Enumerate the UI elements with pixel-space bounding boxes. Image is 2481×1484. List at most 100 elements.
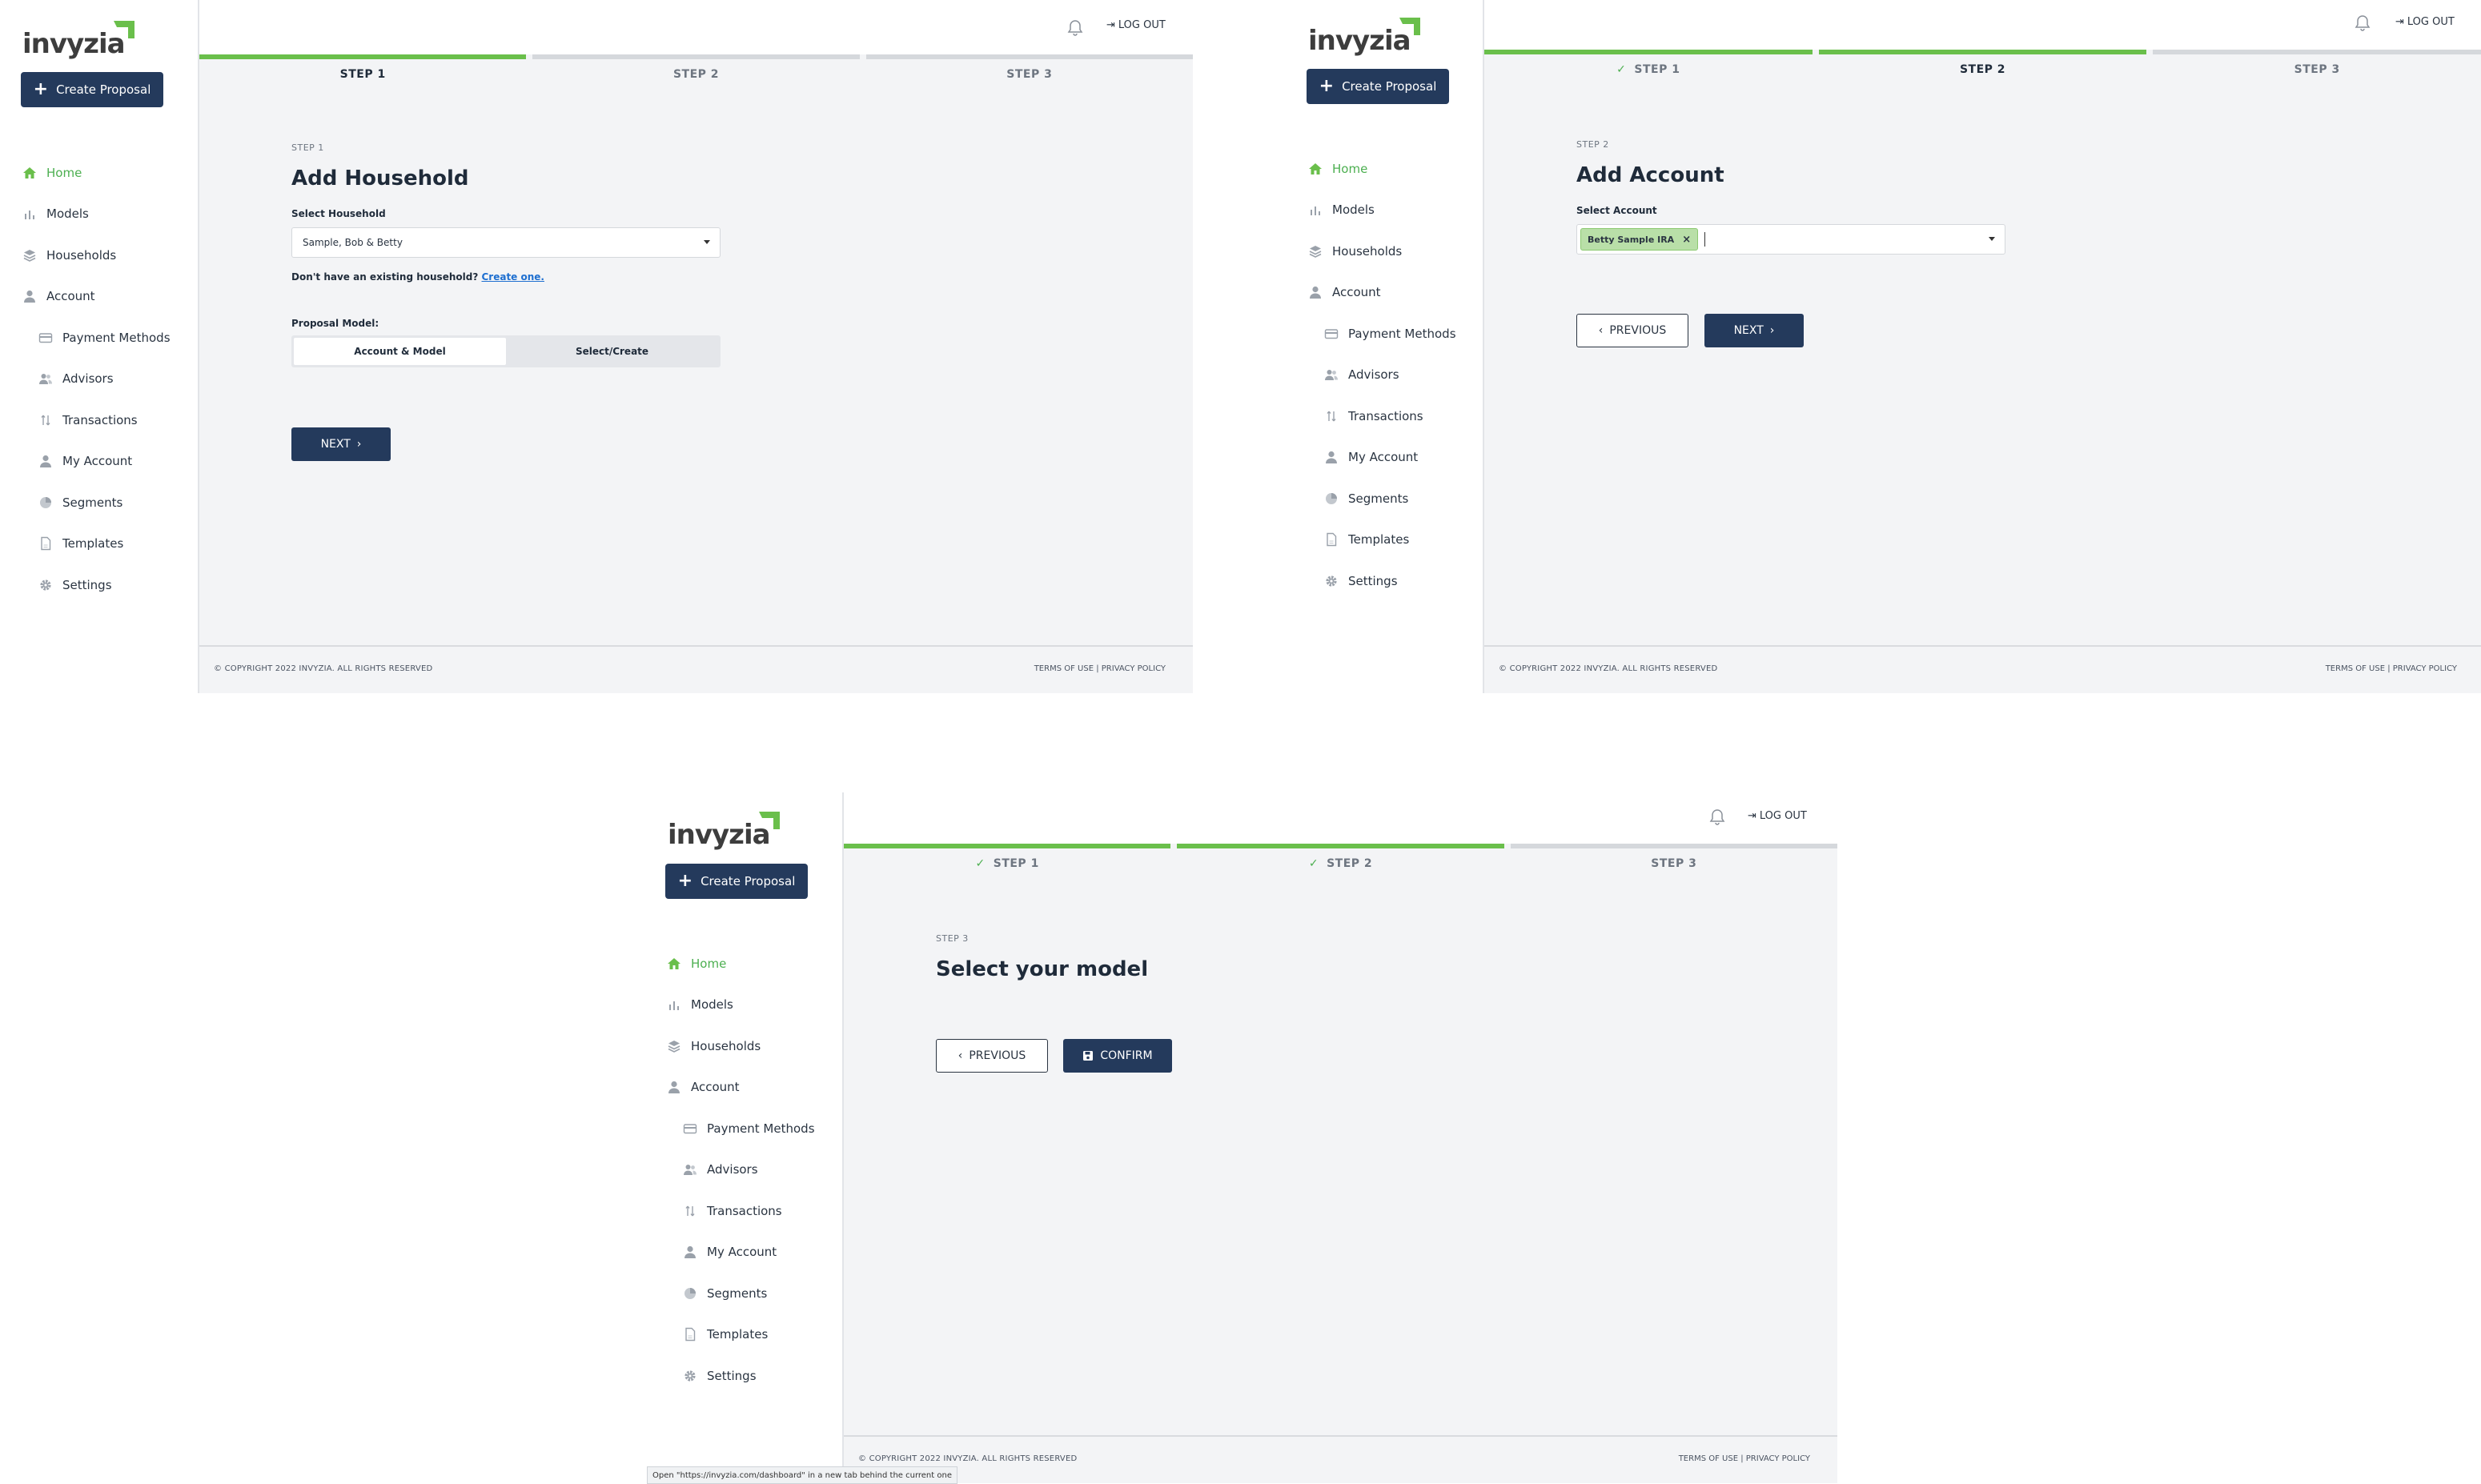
- household-select[interactable]: Sample, Bob & Betty: [291, 227, 721, 258]
- chevron-left-icon: ‹: [957, 1049, 963, 1062]
- sidebar-item-settings[interactable]: Settings: [21, 564, 193, 606]
- chevron-down-icon: [1989, 237, 1995, 241]
- step-2-tab[interactable]: STEP 2: [1818, 50, 2147, 82]
- confirm-button[interactable]: CONFIRM: [1063, 1039, 1172, 1073]
- sidebar-item-home[interactable]: Home: [21, 152, 193, 194]
- selected-account-chip: Betty Sample IRA ×: [1580, 228, 1699, 251]
- privacy-link[interactable]: PRIVACY POLICY: [1102, 664, 1166, 673]
- page-title: Add Household: [291, 166, 469, 191]
- logo-wordmark: invyzia: [22, 28, 126, 60]
- check-icon: ✓: [1308, 857, 1319, 870]
- sidebar-item-payment-methods[interactable]: Payment Methods: [21, 317, 193, 359]
- main-area: ⇥ LOG OUT ✓ STEP 1 STEP 2 STEP 3 STEP 2 Ad…: [1484, 0, 2481, 693]
- logout-button[interactable]: ⇥ LOG OUT: [2395, 16, 2455, 28]
- sidebar-item-advisors[interactable]: Advisors: [1307, 355, 1479, 396]
- terms-link[interactable]: TERMS OF USE: [2326, 664, 2385, 673]
- sidebar-item-templates[interactable]: Templates: [21, 523, 193, 565]
- sidebar-item-settings[interactable]: Settings: [665, 1355, 837, 1397]
- logo[interactable]: invyzia: [22, 21, 134, 58]
- sidebar-item-segments[interactable]: Segments: [665, 1273, 837, 1314]
- option-select-create[interactable]: Select/Create: [506, 338, 718, 365]
- footer: © COPYRIGHT 2022 INVYZIA. ALL RIGHTS RES…: [844, 1435, 1837, 1483]
- sidebar: invyzia + Create Proposal Home Models House…: [647, 792, 844, 1483]
- step-1-tab[interactable]: ✓ STEP 1: [844, 844, 1171, 876]
- step-1-tab[interactable]: ✓ STEP 1: [1484, 50, 1813, 82]
- step-2-tab[interactable]: STEP 2: [532, 54, 860, 86]
- users-icon: [681, 1161, 699, 1178]
- sidebar-item-templates[interactable]: Templates: [1307, 519, 1479, 561]
- sidebar-item-templates[interactable]: Templates: [665, 1314, 837, 1356]
- home-icon: [21, 164, 38, 182]
- option-account-model[interactable]: Account & Model: [294, 338, 506, 365]
- step-3-tab[interactable]: STEP 3: [865, 54, 1193, 86]
- sidebar-item-my-account[interactable]: My Account: [21, 441, 193, 483]
- sidebar-item-settings[interactable]: Settings: [1307, 560, 1479, 602]
- create-proposal-button[interactable]: + Create Proposal: [21, 72, 163, 107]
- sidebar-item-models[interactable]: Models: [1307, 190, 1479, 231]
- remove-chip-icon[interactable]: ×: [1682, 234, 1691, 246]
- sidebar-item-households[interactable]: Households: [1307, 231, 1479, 272]
- account-select[interactable]: Betty Sample IRA ×: [1576, 224, 2005, 255]
- sidebar-item-label: Transactions: [1348, 408, 1423, 423]
- sidebar-item-my-account[interactable]: My Account: [665, 1232, 837, 1273]
- bell-icon[interactable]: [1067, 19, 1083, 37]
- sidebar-item-advisors[interactable]: Advisors: [21, 359, 193, 400]
- next-button[interactable]: NEXT ›: [291, 427, 391, 461]
- previous-button[interactable]: ‹ PREVIOUS: [1576, 314, 1688, 347]
- step-1-tab[interactable]: STEP 1: [199, 54, 527, 86]
- sidebar-item-models[interactable]: Models: [665, 985, 837, 1026]
- previous-button[interactable]: ‹ PREVIOUS: [936, 1039, 1048, 1073]
- logo[interactable]: invyzia: [668, 812, 780, 848]
- sidebar-item-payment-methods[interactable]: Payment Methods: [1307, 313, 1479, 355]
- sidebar-item-households[interactable]: Households: [21, 235, 193, 276]
- bar-chart-icon: [1307, 201, 1324, 219]
- sidebar-item-transactions[interactable]: Transactions: [1307, 395, 1479, 437]
- copyright: © COPYRIGHT 2022 INVYZIA. ALL RIGHTS RES…: [214, 664, 433, 673]
- sidebar-item-segments[interactable]: Segments: [21, 482, 193, 523]
- sidebar-item-label: My Account: [1348, 450, 1419, 465]
- sidebar-item-transactions[interactable]: Transactions: [665, 1190, 837, 1232]
- create-proposal-button[interactable]: + Create Proposal: [665, 864, 808, 899]
- logout-button[interactable]: ⇥ LOG OUT: [1748, 810, 1807, 822]
- create-proposal-button[interactable]: + Create Proposal: [1307, 69, 1449, 104]
- sidebar-item-transactions[interactable]: Transactions: [21, 399, 193, 441]
- terms-link[interactable]: TERMS OF USE: [1034, 664, 1094, 673]
- sidebar: invyzia + Create Proposal Home Models House…: [1286, 0, 1484, 693]
- sidebar-item-label: Households: [46, 247, 117, 263]
- step-3-tab[interactable]: STEP 3: [2153, 50, 2481, 82]
- sidebar-item-home[interactable]: Home: [1307, 148, 1479, 190]
- sidebar-item-segments[interactable]: Segments: [1307, 478, 1479, 519]
- logo[interactable]: invyzia: [1308, 18, 1420, 54]
- logo-wordmark: invyzia: [1308, 25, 1411, 57]
- sidebar-item-account[interactable]: Account: [21, 276, 193, 318]
- sidebar-item-label: Transactions: [62, 412, 138, 427]
- sidebar-item-account[interactable]: Account: [665, 1067, 837, 1109]
- main-area: ⇥ LOG OUT STEP 1 STEP 2 STEP 3 STEP 1 Add…: [199, 0, 1193, 693]
- sidebar-item-advisors[interactable]: Advisors: [665, 1149, 837, 1191]
- privacy-link[interactable]: PRIVACY POLICY: [1746, 1454, 1810, 1463]
- sidebar-item-home[interactable]: Home: [665, 943, 837, 985]
- credit-card-icon: [1323, 325, 1340, 343]
- step-eyebrow: STEP 3: [936, 933, 969, 944]
- step-3-tab[interactable]: STEP 3: [1510, 844, 1837, 876]
- page-title: Select your model: [936, 957, 1149, 981]
- sidebar-item-households[interactable]: Households: [665, 1025, 837, 1067]
- users-icon: [1323, 366, 1340, 383]
- sidebar-item-label: Home: [1332, 161, 1368, 176]
- logout-button[interactable]: ⇥ LOG OUT: [1106, 19, 1166, 31]
- next-button[interactable]: NEXT ›: [1704, 314, 1804, 347]
- bell-icon[interactable]: [1709, 808, 1725, 826]
- bell-icon[interactable]: [2355, 14, 2371, 32]
- privacy-link[interactable]: PRIVACY POLICY: [2393, 664, 2457, 673]
- step-2-tab[interactable]: ✓ STEP 2: [1177, 844, 1504, 876]
- terms-link[interactable]: TERMS OF USE: [1679, 1454, 1738, 1463]
- sidebar-item-account[interactable]: Account: [1307, 272, 1479, 314]
- step-content: STEP 2 Add Account Select Account Betty …: [1576, 139, 2005, 255]
- sidebar-item-label: Advisors: [62, 371, 114, 387]
- plus-icon: +: [677, 871, 693, 891]
- sidebar-item-models[interactable]: Models: [21, 194, 193, 235]
- sidebar-item-payment-methods[interactable]: Payment Methods: [665, 1108, 837, 1149]
- browser-status-bar: Open "https://invyzia.com/dashboard" in …: [647, 1466, 957, 1484]
- create-household-link[interactable]: Create one.: [481, 271, 544, 283]
- sidebar-item-my-account[interactable]: My Account: [1307, 437, 1479, 479]
